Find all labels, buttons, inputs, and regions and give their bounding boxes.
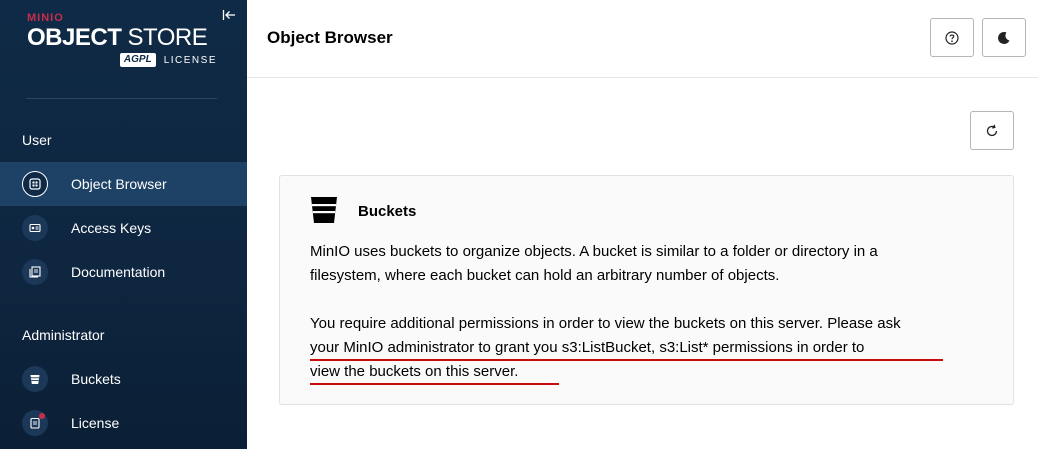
dark-mode-toggle[interactable] <box>982 18 1026 57</box>
sidebar: MINIO OBJECT STORE AGPL LICENSE User Obj… <box>0 0 247 449</box>
notification-dot <box>39 413 45 419</box>
info-paragraph-1-line-1: MinIO uses buckets to organize objects. … <box>310 243 878 260</box>
logo: MINIO OBJECT STORE AGPL LICENSE <box>27 12 217 67</box>
sidebar-item-access-keys[interactable]: Access Keys <box>0 206 247 250</box>
help-icon <box>945 30 959 45</box>
documentation-icon <box>22 259 48 285</box>
bucket-icon <box>310 196 338 229</box>
sidebar-item-license[interactable]: License <box>0 401 247 445</box>
logo-title: OBJECT STORE <box>27 25 217 51</box>
page-header: Object Browser <box>247 0 1038 78</box>
logo-title-light: STORE <box>127 24 208 51</box>
info-paragraph-1-line-2: filesystem, where each bucket can hold a… <box>310 267 780 284</box>
bucket-icon <box>22 366 48 392</box>
sidebar-item-label: License <box>71 415 120 431</box>
logo-license-text: LICENSE <box>163 54 217 66</box>
annotation-underline <box>310 359 943 361</box>
sidebar-item-buckets[interactable]: Buckets <box>0 357 247 401</box>
info-title: Buckets <box>358 203 417 220</box>
page-title: Object Browser <box>267 28 393 47</box>
logo-brand: MINIO <box>27 12 64 24</box>
sidebar-item-label: Access Keys <box>71 220 152 236</box>
section-label-administrator: Administrator <box>22 327 105 343</box>
collapse-sidebar-button[interactable] <box>222 8 238 24</box>
logo-title-bold: OBJECT <box>27 24 122 51</box>
license-icon <box>22 410 48 436</box>
sidebar-item-label: Object Browser <box>71 176 167 192</box>
buckets-info-panel: Buckets MinIO uses buckets to organize o… <box>279 175 1014 405</box>
sidebar-divider <box>26 98 217 99</box>
object-browser-icon <box>22 171 48 197</box>
section-label-user: User <box>22 132 52 148</box>
annotation-underline <box>310 383 559 385</box>
sidebar-item-label: Buckets <box>71 371 121 387</box>
refresh-button[interactable] <box>970 111 1014 150</box>
sidebar-item-label: Documentation <box>71 264 166 280</box>
sidebar-item-object-browser[interactable]: Object Browser <box>0 162 247 206</box>
logo-license-row: AGPL LICENSE <box>27 53 217 67</box>
info-paragraph-2-line-3: view the buckets on this server. <box>310 363 519 380</box>
help-button[interactable] <box>930 18 974 57</box>
moon-icon <box>998 31 1010 44</box>
info-paragraph-2-line-2: your MinIO administrator to grant you s3… <box>310 339 865 356</box>
collapse-icon <box>222 10 235 20</box>
agpl-badge: AGPL <box>119 53 156 67</box>
sidebar-item-documentation[interactable]: Documentation <box>0 250 247 294</box>
access-keys-icon <box>22 215 48 241</box>
info-paragraph-2-line-1: You require additional permissions in or… <box>310 315 901 332</box>
refresh-icon <box>986 124 998 136</box>
